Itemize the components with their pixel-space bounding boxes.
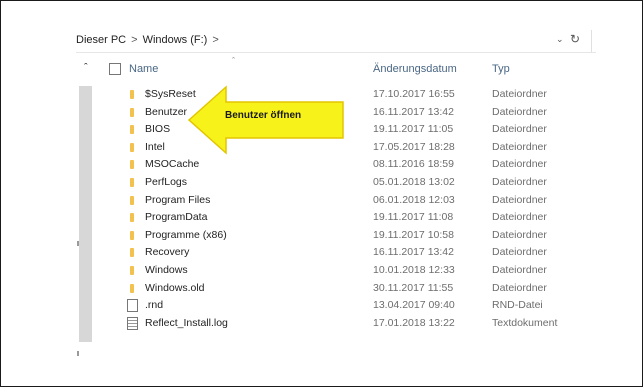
file-row[interactable]: Reflect_Install.log 17.01.2018 13:22 Textd… [121,316,621,333]
file-row[interactable]: .rnd 13.04.2017 09:40 RND-Datei [121,298,621,315]
sort-ascending-icon: ˆ [232,56,235,66]
file-date: 05.01.2018 13:02 [373,176,455,188]
file-type: Dateiordner [492,105,547,118]
file-type: Dateiordner [492,123,547,136]
file-date: 30.11.2017 11:55 [373,281,454,294]
file-type: Textdokument [492,316,558,329]
breadcrumb-separator: > [131,34,138,46]
file-row[interactable]: PerfLogs 05.01.2018 13:02 Dateiordner [121,175,621,192]
file-name: Reflect_Install.log [145,316,228,329]
file-type: Dateiordner [492,211,547,224]
breadcrumb-this-pc[interactable]: Dieser PC [76,34,126,46]
file-date: 16.11.2017 13:42 [373,246,454,259]
file-name: Benutzer [145,105,188,118]
folder-icon [130,125,134,135]
folder-icon [130,107,134,117]
file-name: Recovery [145,246,190,259]
file-date: 16.11.2017 13:42 [373,105,454,118]
file-date: 19.11.2017 11:05 [373,123,454,136]
file-type: RND-Datei [492,299,543,312]
breadcrumb: Dieser PC > Windows (F:) > [76,34,224,46]
column-header-date[interactable]: Änderungsdatum [373,63,457,75]
file-type: Dateiordner [492,264,547,276]
file-type: Dateiordner [492,88,547,100]
folder-icon [130,283,134,293]
file-date: 19.11.2017 11:08 [373,211,454,224]
folder-icon [130,160,134,170]
collapse-chevron-icon[interactable]: ˆ [84,62,88,74]
file-row[interactable]: MSOCache 08.11.2016 18:59 Dateiordner [121,157,621,174]
file-row[interactable]: Programme (x86) 19.11.2017 10:58 Dateiordn… [121,228,621,245]
scroll-tick [77,241,79,246]
folder-icon [130,90,134,99]
file-row[interactable]: ProgramData 19.11.2017 11:08 Dateiordner [121,210,621,227]
folder-icon [130,266,134,275]
file-row[interactable]: Recovery 16.11.2017 13:42 Dateiordner [121,245,621,262]
checkbox-column-strip [79,86,92,342]
file-type: Dateiordner [492,281,547,294]
file-date: 17.05.2017 18:28 [373,140,455,153]
file-date: 19.11.2017 10:58 [373,228,454,241]
folder-icon [130,142,134,152]
breadcrumb-drive[interactable]: Windows (F:) [143,34,208,46]
text-file-icon [127,316,138,330]
folder-icon [130,230,134,240]
file-name: Windows [145,264,188,276]
file-name: Programme (x86) [145,228,227,241]
file-name: PerfLogs [145,176,188,188]
file-type: Dateiordner [492,158,547,171]
file-date: 08.11.2016 18:59 [373,158,454,171]
file-name: BIOS [145,123,171,136]
file-name: ProgramData [145,211,208,224]
file-date: 06.01.2018 12:03 [373,193,455,206]
file-type: Dateiordner [492,140,547,153]
file-date: 17.10.2017 16:55 [373,88,455,100]
address-divider [591,30,592,52]
file-name: Windows.old [145,281,205,294]
file-name: Intel [145,140,165,153]
file-row[interactable]: Windows 10.01.2018 12:33 Dateiordner [121,263,621,280]
file-row[interactable]: Windows.old 30.11.2017 11:55 Dateiordner [121,281,621,298]
select-all-checkbox[interactable] [109,63,121,75]
folder-icon [130,248,134,258]
refresh-icon[interactable]: ↻ [570,32,580,46]
file-icon [127,299,138,313]
file-row[interactable]: Program Files 06.01.2018 12:03 Dateiordner [121,193,621,210]
callout-text: Benutzer öffnen [225,110,302,121]
folder-icon [130,195,134,205]
scroll-tick [77,351,79,356]
file-date: 13.04.2017 09:40 [373,299,455,312]
screenshot-frame: Dieser PC > Windows (F:) > ⌄ ↻ ˆ ˆ Name Änd… [0,0,643,387]
file-date: 10.01.2018 12:33 [373,264,455,276]
folder-icon [130,213,134,223]
column-header-name[interactable]: Name [129,63,158,75]
breadcrumb-separator[interactable]: > [212,34,218,46]
file-type: Dateiordner [492,228,547,241]
chevron-down-icon[interactable]: ⌄ [556,34,564,45]
file-name: Program Files [145,193,211,206]
file-date: 17.01.2018 13:22 [373,316,455,329]
file-name: .rnd [145,299,164,312]
folder-icon [130,178,134,187]
file-type: Dateiordner [492,246,547,259]
file-name: MSOCache [145,158,200,171]
file-type: Dateiordner [492,176,547,188]
address-bar[interactable]: Dieser PC > Windows (F:) > ⌄ ↻ [76,30,596,53]
column-header-type[interactable]: Typ [492,63,510,75]
file-type: Dateiordner [492,193,547,206]
